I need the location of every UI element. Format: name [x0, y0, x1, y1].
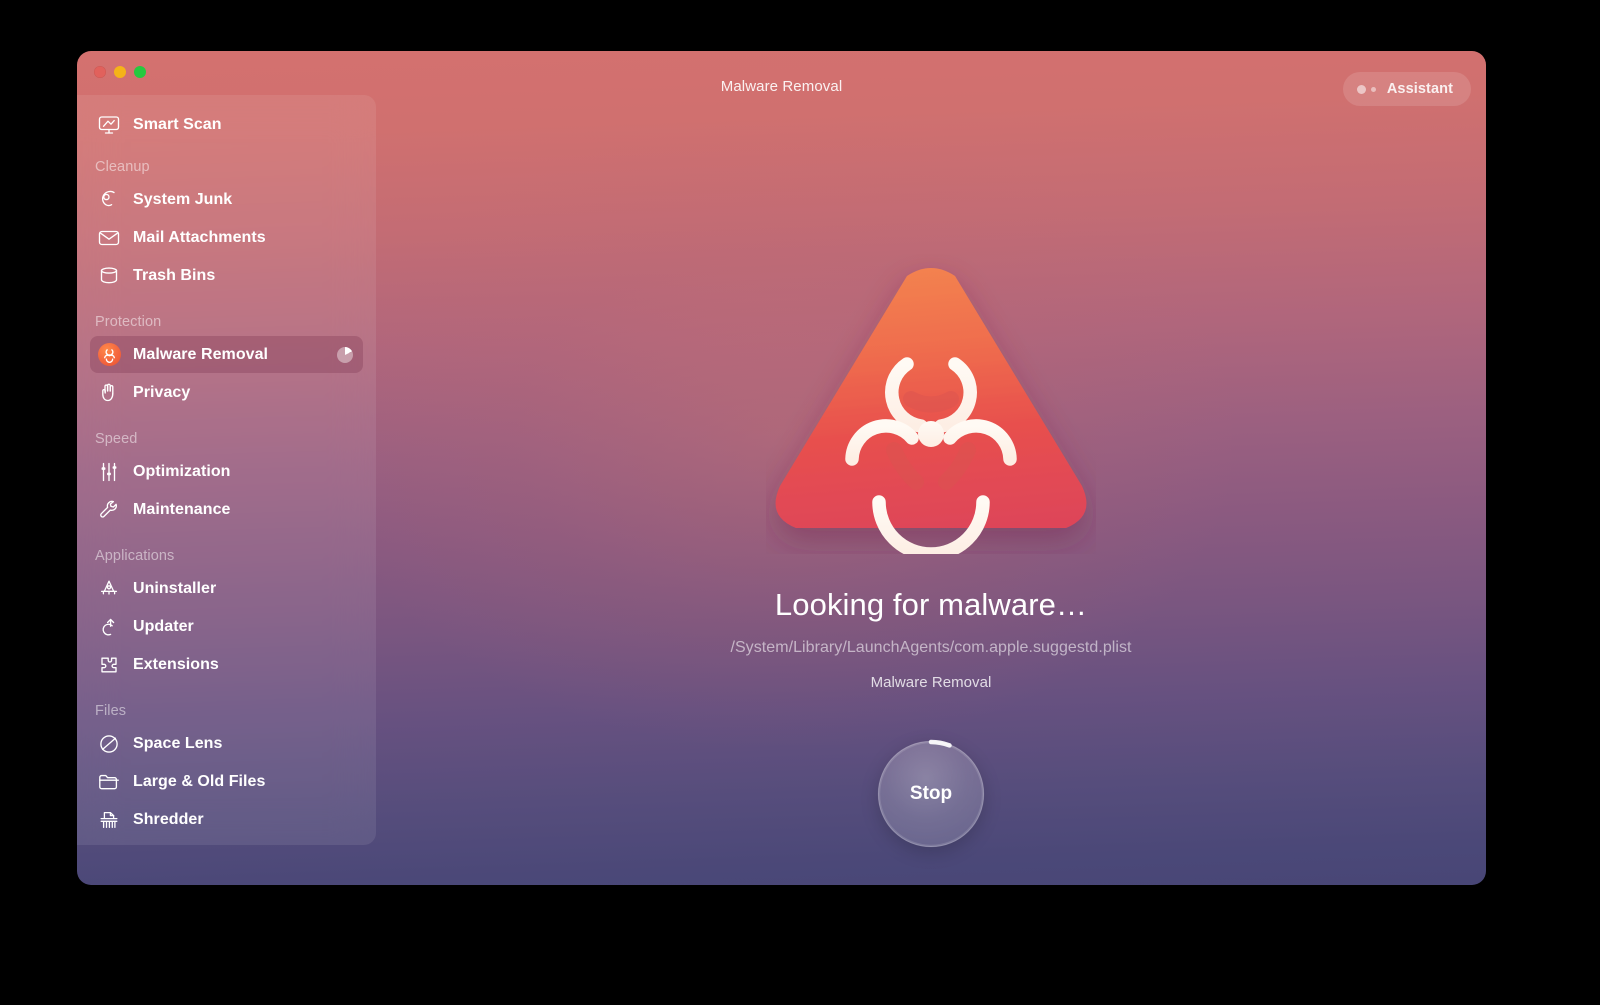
window-title: Malware Removal	[720, 78, 843, 95]
sidebar-item-label: System Junk	[133, 190, 233, 208]
assistant-dot-small-icon	[1370, 86, 1376, 92]
sidebar-item-label: Privacy	[133, 383, 191, 401]
sidebar-item-label: Malware Removal	[133, 345, 269, 363]
sidebar-item-system-junk[interactable]: System Junk	[90, 181, 363, 218]
traffic-lights	[94, 66, 146, 78]
sidebar-item-label: Mail Attachments	[133, 228, 266, 246]
scan-progress-badge-icon	[337, 346, 353, 363]
planet-lens-icon	[96, 731, 122, 757]
sidebar-item-label: Maintenance	[133, 500, 231, 518]
biohazard-triangle-icon	[766, 254, 1096, 561]
screen: Malware Removal Assistant Smart Scan Cle…	[0, 0, 1600, 1005]
sliders-icon	[96, 459, 122, 485]
sidebar-item-updater[interactable]: Updater	[90, 608, 363, 645]
stop-button[interactable]: Stop	[878, 741, 984, 847]
sidebar: Smart Scan Cleanup System Junk Mail Atta…	[77, 95, 376, 845]
sidebar-item-malware-removal[interactable]: Malware Removal	[90, 336, 363, 373]
sidebar-item-label: Uninstaller	[133, 579, 217, 597]
envelope-icon	[96, 225, 122, 251]
sidebar-item-mail-attachments[interactable]: Mail Attachments	[90, 219, 363, 256]
main-content: Looking for malware… /System/Library/Lau…	[376, 125, 1486, 885]
sidebar-item-space-lens[interactable]: Space Lens	[90, 725, 363, 762]
sidebar-item-label: Trash Bins	[133, 266, 216, 284]
sidebar-item-uninstaller[interactable]: Uninstaller	[90, 570, 363, 607]
trash-bin-icon	[96, 263, 122, 289]
sidebar-item-label: Updater	[133, 617, 194, 635]
shredder-icon	[96, 807, 122, 833]
sidebar-item-label: Extensions	[133, 655, 219, 673]
rocket-icon	[96, 576, 122, 602]
sidebar-section-files-label: Files	[95, 703, 127, 719]
sidebar-item-label: Large & Old Files	[133, 772, 266, 790]
sidebar-section-applications-label: Applications	[95, 548, 175, 564]
sidebar-item-optimization[interactable]: Optimization	[90, 453, 363, 490]
puzzle-piece-icon	[96, 652, 122, 678]
sidebar-section-protection-label: Protection	[95, 314, 162, 330]
scan-status-title: Looking for malware…	[774, 587, 1088, 622]
assistant-dot-large-icon	[1356, 84, 1366, 94]
scan-module-name: Malware Removal	[870, 674, 992, 691]
close-window-button[interactable]	[94, 66, 106, 78]
sidebar-item-trash-bins[interactable]: Trash Bins	[90, 257, 363, 294]
sidebar-section-cleanup-label: Cleanup	[95, 159, 150, 175]
hand-palm-icon	[96, 380, 122, 406]
sidebar-item-privacy[interactable]: Privacy	[90, 374, 363, 411]
broom-icon	[96, 187, 122, 213]
sidebar-item-label: Shredder	[133, 810, 204, 828]
scan-current-path: /System/Library/LaunchAgents/com.apple.s…	[730, 639, 1132, 656]
sidebar-item-shredder[interactable]: Shredder	[90, 801, 363, 838]
sidebar-item-extensions[interactable]: Extensions	[90, 646, 363, 683]
sidebar-item-large-and-old-files[interactable]: Large & Old Files	[90, 763, 363, 800]
sidebar-item-label: Optimization	[133, 462, 231, 480]
folder-icon	[96, 769, 122, 795]
stop-button-label: Stop	[909, 783, 953, 804]
stop-button-container: Stop	[877, 739, 985, 848]
minimize-window-button[interactable]	[114, 66, 126, 78]
app-window: Malware Removal Assistant Smart Scan Cle…	[77, 51, 1486, 885]
sidebar-section-speed-label: Speed	[95, 431, 138, 447]
wrench-icon	[96, 497, 122, 523]
sidebar-item-label: Space Lens	[133, 734, 223, 752]
sidebar-item-maintenance[interactable]: Maintenance	[90, 491, 363, 528]
curved-arrow-up-icon	[96, 614, 122, 640]
biohazard-icon	[96, 342, 122, 368]
assistant-button[interactable]: Assistant	[1342, 72, 1471, 106]
assistant-button-label: Assistant	[1386, 81, 1453, 97]
title-bar: Malware Removal Assistant	[77, 51, 1486, 125]
maximize-window-button[interactable]	[134, 66, 146, 78]
